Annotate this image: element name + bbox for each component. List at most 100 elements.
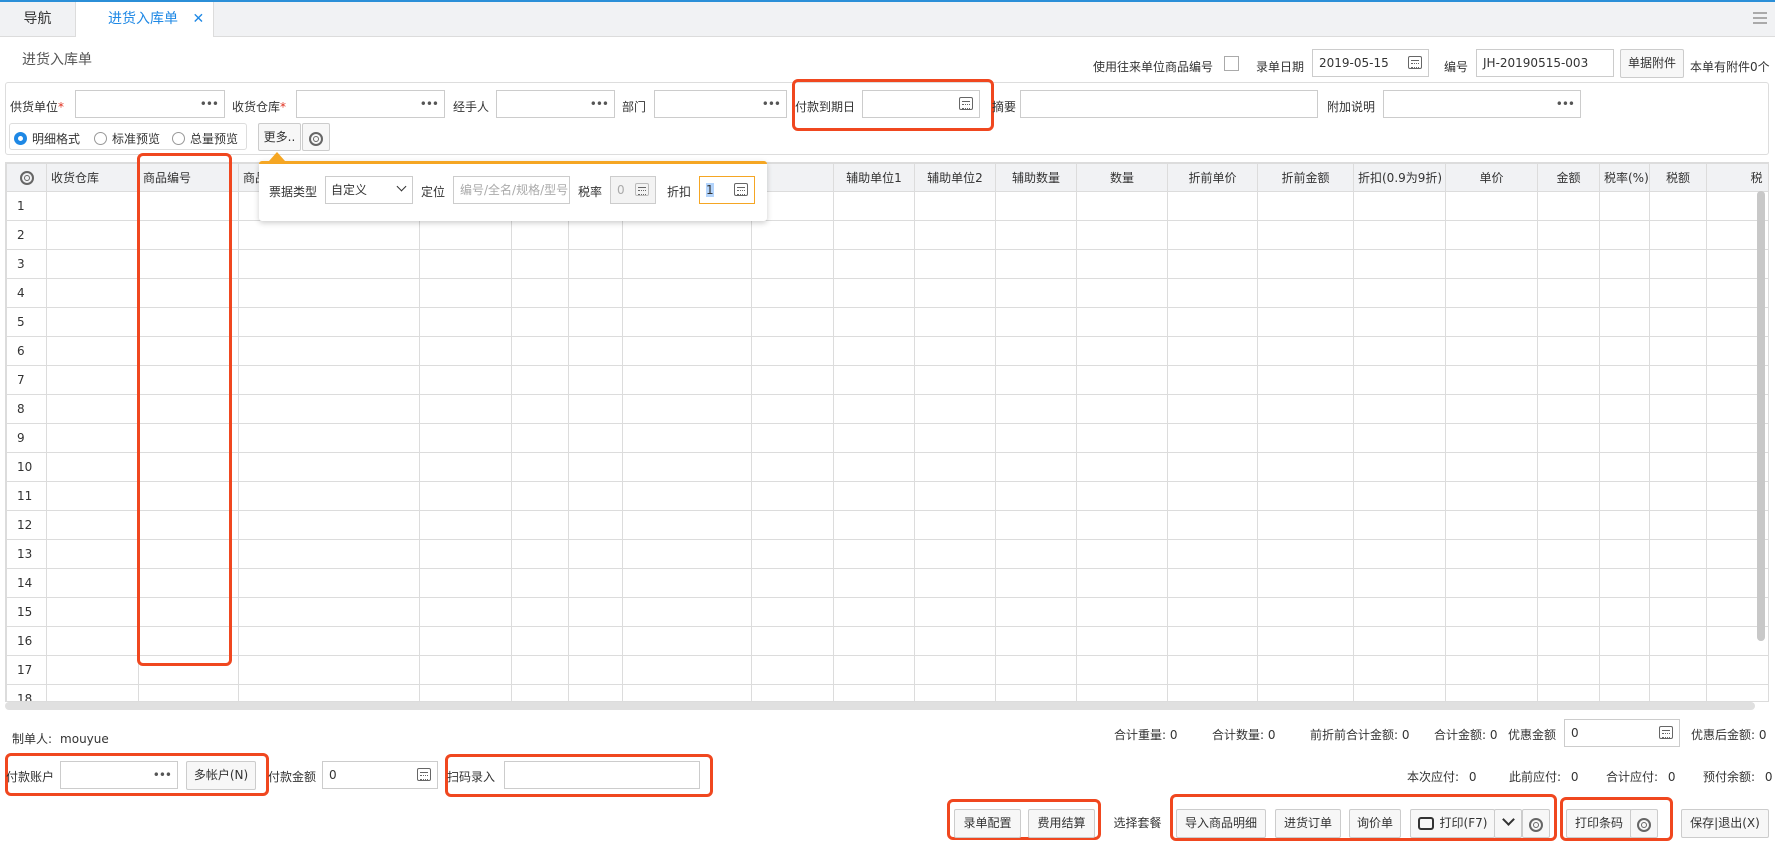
table-cell[interactable] (1353, 481, 1446, 511)
pay-account-field[interactable]: ••• (60, 761, 178, 789)
table-row[interactable]: 13 (6, 539, 1768, 569)
table-cell[interactable] (46, 481, 139, 511)
table-cell[interactable] (1257, 539, 1354, 569)
table-cell[interactable] (1353, 394, 1446, 424)
table-cell[interactable] (833, 481, 915, 511)
column-header[interactable]: 税 (1706, 163, 1768, 192)
table-cell[interactable] (622, 539, 752, 569)
table-cell[interactable] (1353, 568, 1446, 598)
table-cell[interactable] (138, 684, 239, 701)
more-icon[interactable]: ••• (153, 762, 172, 788)
table-cell[interactable] (622, 394, 752, 424)
table-row[interactable]: 6 (6, 336, 1768, 366)
table-cell[interactable] (238, 249, 420, 279)
table-cell[interactable] (568, 365, 623, 395)
table-cell[interactable] (568, 249, 623, 279)
table-cell[interactable] (419, 481, 512, 511)
table-cell[interactable] (1537, 365, 1600, 395)
table-cell[interactable] (751, 452, 834, 482)
table-cell[interactable] (1353, 423, 1446, 453)
table-cell[interactable] (1257, 394, 1354, 424)
table-cell[interactable] (1257, 249, 1354, 279)
inquiry-button[interactable]: 询价单 (1349, 809, 1401, 838)
table-cell[interactable] (751, 684, 834, 701)
table-cell[interactable] (1445, 365, 1538, 395)
table-cell[interactable] (1649, 568, 1707, 598)
table-cell[interactable] (1353, 307, 1446, 337)
table-cell[interactable] (46, 278, 139, 308)
bill-type-select[interactable]: 自定义 (325, 176, 413, 204)
table-cell[interactable] (1599, 336, 1650, 366)
table-cell[interactable] (1257, 307, 1354, 337)
table-cell[interactable] (622, 336, 752, 366)
table-cell[interactable] (511, 684, 569, 701)
supplier-field[interactable]: ••• (75, 90, 225, 118)
table-cell[interactable] (751, 423, 834, 453)
table-cell[interactable] (1353, 597, 1446, 627)
print-settings-button[interactable] (1522, 809, 1550, 838)
table-cell[interactable] (419, 452, 512, 482)
table-cell[interactable] (622, 307, 752, 337)
table-cell[interactable] (1076, 249, 1168, 279)
entry-date-field[interactable]: 2019-05-15 (1312, 49, 1429, 77)
table-cell[interactable] (511, 597, 569, 627)
table-cell[interactable] (238, 423, 420, 453)
table-cell[interactable] (46, 655, 139, 685)
table-cell[interactable] (419, 336, 512, 366)
table-cell[interactable] (238, 394, 420, 424)
discount-input[interactable]: 1 (699, 176, 755, 204)
table-cell[interactable] (1257, 191, 1354, 221)
table-cell[interactable] (46, 452, 139, 482)
table-cell[interactable] (1353, 220, 1446, 250)
table-cell[interactable] (238, 336, 420, 366)
column-header[interactable]: 辅助单位2 (914, 163, 996, 192)
calendar-icon[interactable] (417, 768, 431, 781)
table-cell[interactable] (419, 684, 512, 701)
column-header[interactable]: 折前金额 (1257, 163, 1354, 192)
column-header[interactable]: 折前单价 (1167, 163, 1258, 192)
table-cell[interactable] (1353, 684, 1446, 701)
more-icon[interactable]: ••• (762, 91, 781, 117)
table-cell[interactable] (568, 626, 623, 656)
table-cell[interactable] (46, 394, 139, 424)
tax-input[interactable]: 0 (610, 176, 656, 204)
more-button[interactable]: 更多.. (258, 123, 301, 151)
table-cell[interactable] (1599, 394, 1650, 424)
table-cell[interactable] (1537, 249, 1600, 279)
table-row[interactable]: 16 (6, 626, 1768, 656)
table-cell[interactable] (1167, 452, 1258, 482)
table-cell[interactable] (1167, 626, 1258, 656)
table-cell[interactable] (995, 249, 1077, 279)
table-cell[interactable] (511, 481, 569, 511)
table-cell[interactable] (995, 655, 1077, 685)
table-row[interactable]: 9 (6, 423, 1768, 453)
table-cell[interactable] (238, 510, 420, 540)
table-cell[interactable] (833, 220, 915, 250)
view-detail-radio[interactable]: 明细格式 (14, 130, 80, 147)
table-cell[interactable] (914, 597, 996, 627)
table-cell[interactable] (568, 481, 623, 511)
pay-amount-field[interactable]: 0 (322, 761, 438, 789)
table-cell[interactable] (419, 597, 512, 627)
table-cell[interactable] (46, 365, 139, 395)
table-cell[interactable] (1445, 336, 1538, 366)
table-cell[interactable] (1445, 191, 1538, 221)
table-row[interactable]: 7 (6, 365, 1768, 395)
table-cell[interactable] (1257, 278, 1354, 308)
table-cell[interactable] (833, 278, 915, 308)
table-cell[interactable] (511, 394, 569, 424)
table-row[interactable]: 18 (6, 684, 1768, 701)
table-cell[interactable] (46, 220, 139, 250)
table-cell[interactable] (833, 539, 915, 569)
table-cell[interactable] (1537, 510, 1600, 540)
table-cell[interactable] (1257, 481, 1354, 511)
table-cell[interactable] (568, 307, 623, 337)
table-cell[interactable] (1257, 423, 1354, 453)
table-cell[interactable] (511, 307, 569, 337)
table-cell[interactable] (238, 539, 420, 569)
settings-button[interactable] (302, 123, 330, 151)
table-row[interactable]: 11 (6, 481, 1768, 511)
table-cell[interactable] (1445, 655, 1538, 685)
table-cell[interactable] (419, 249, 512, 279)
table-cell[interactable] (1257, 655, 1354, 685)
